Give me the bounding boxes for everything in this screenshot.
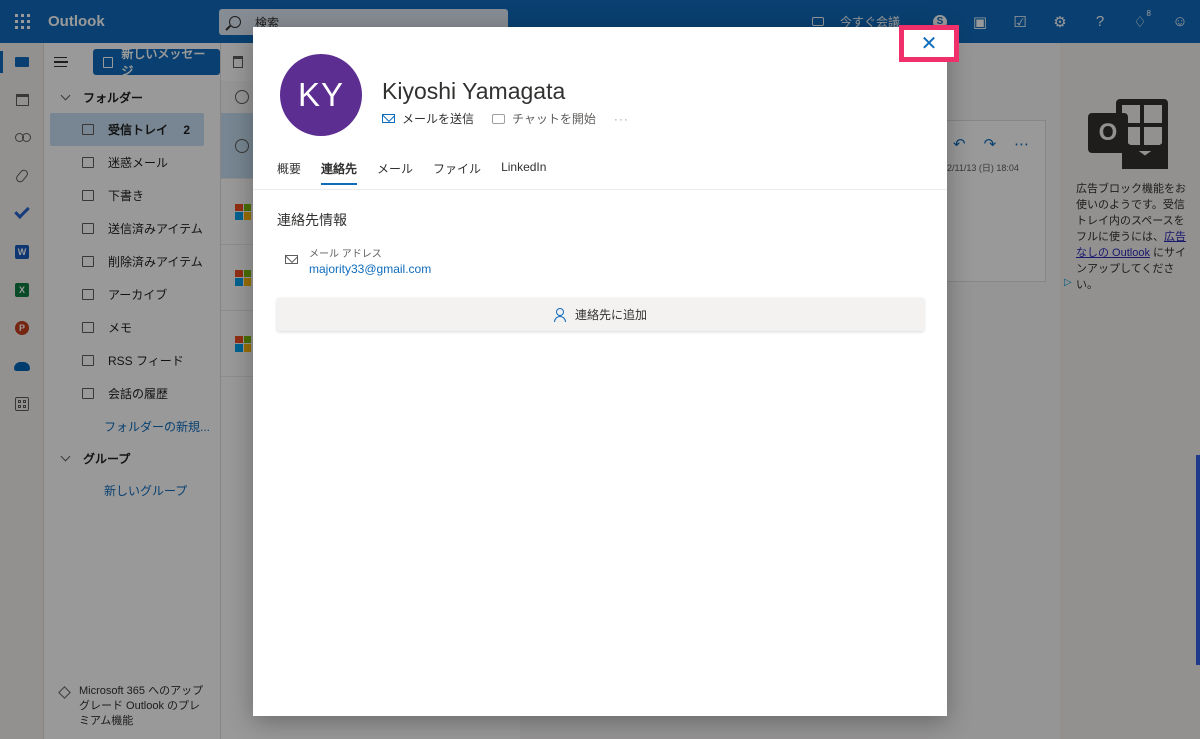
add-to-contacts-button[interactable]: 連絡先に追加 (277, 298, 924, 331)
mail-icon (382, 114, 395, 123)
start-chat-button[interactable]: チャットを開始 (492, 110, 596, 127)
email-field: メール アドレス majority33@gmail.com (285, 245, 431, 276)
tab-overview[interactable]: 概要 (277, 160, 301, 185)
add-to-contacts-label: 連絡先に追加 (574, 308, 647, 322)
contact-actions: メールを送信 チャットを開始 ··· (382, 110, 629, 127)
avatar: KY (280, 54, 362, 136)
contact-name: Kiyoshi Yamagata (382, 78, 566, 104)
close-icon: ✕ (920, 33, 938, 55)
tab-email[interactable]: メール (377, 160, 413, 185)
tab-contact[interactable]: 連絡先 (321, 160, 358, 185)
window-edge (1196, 455, 1200, 665)
chat-icon (492, 113, 506, 124)
tab-linkedin[interactable]: LinkedIn (501, 160, 546, 185)
send-email-button[interactable]: メールを送信 (382, 110, 474, 127)
section-title: 連絡先情報 (277, 212, 347, 228)
start-chat-label: チャットを開始 (512, 112, 596, 126)
send-email-label: メールを送信 (402, 112, 475, 126)
tab-files[interactable]: ファイル (433, 160, 481, 185)
person-add-icon (553, 308, 566, 322)
email-value[interactable]: majority33@gmail.com (309, 262, 431, 276)
close-button[interactable]: ✕ (899, 25, 959, 62)
contact-tabs: 概要 連絡先 メール ファイル LinkedIn (277, 160, 566, 185)
email-label: メール アドレス (309, 249, 382, 260)
contact-card-dialog: ✕ KY Kiyoshi Yamagata メールを送信 チャットを開始 ···… (253, 25, 959, 716)
more-actions-button[interactable]: ··· (614, 112, 629, 126)
mail-icon (285, 255, 298, 264)
tab-divider (253, 189, 947, 190)
